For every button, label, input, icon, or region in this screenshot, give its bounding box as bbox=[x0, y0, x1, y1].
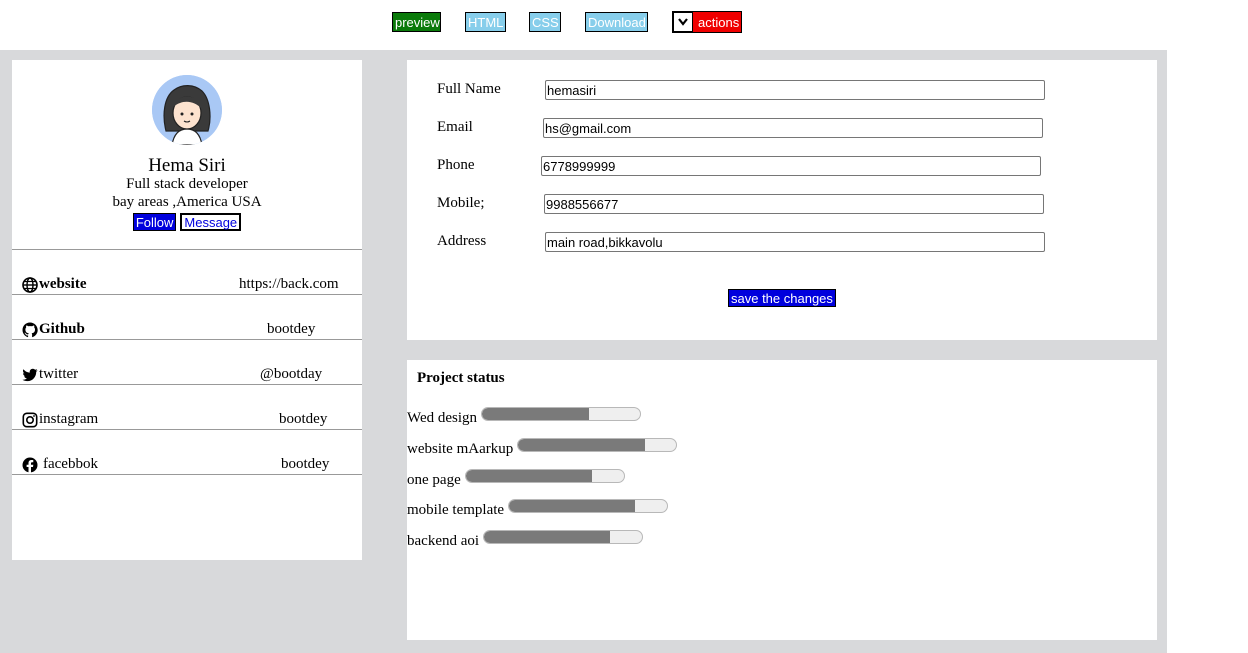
progress-fill bbox=[482, 408, 590, 420]
profile-name: Hema Siri bbox=[148, 155, 226, 176]
progress-row: backend aoi bbox=[407, 530, 644, 550]
preview-button[interactable]: preview bbox=[392, 12, 441, 32]
progress-label: backend aoi bbox=[407, 533, 480, 549]
progress-fill bbox=[484, 531, 611, 543]
progress-bar bbox=[481, 407, 642, 421]
progress-row: website mAarkup bbox=[407, 438, 678, 458]
profile-card: Hema Siri Full stack developer bay areas… bbox=[12, 60, 362, 560]
link-row-facebook: facebbok bootdey bbox=[12, 430, 362, 475]
link-label: twitter bbox=[39, 366, 79, 382]
chevron-down-icon[interactable] bbox=[673, 12, 693, 32]
progress-fill bbox=[518, 439, 645, 451]
progress-fill bbox=[465, 470, 593, 482]
css-button[interactable]: CSS bbox=[529, 12, 561, 32]
save-changes-button[interactable]: save the changes bbox=[728, 289, 836, 307]
phone-input[interactable] bbox=[541, 156, 1041, 176]
globe-icon bbox=[22, 276, 38, 293]
profile-form-card: Full Name Email Phone Mobile; Address sa… bbox=[407, 60, 1157, 340]
email-label: Email bbox=[437, 119, 473, 135]
project-status-title: Project status bbox=[417, 370, 505, 386]
twitter-icon bbox=[22, 368, 38, 381]
progress-label: website mAarkup bbox=[407, 441, 514, 457]
html-button[interactable]: HTML bbox=[465, 12, 506, 32]
actions-dropdown[interactable]: actions bbox=[672, 11, 742, 33]
project-status-card: Project status Wed design website mAarkup… bbox=[407, 360, 1157, 640]
progress-bar bbox=[464, 469, 625, 483]
link-value[interactable]: bootdey bbox=[267, 321, 315, 338]
profile-role: Full stack developer bbox=[126, 176, 248, 192]
follow-button[interactable]: Follow bbox=[132, 213, 177, 231]
avatar bbox=[152, 75, 222, 145]
github-icon bbox=[22, 322, 38, 337]
link-row-github: Github bootdey bbox=[12, 295, 362, 340]
progress-row: one page bbox=[407, 469, 625, 489]
actions-label: actions bbox=[698, 14, 740, 30]
facebook-icon bbox=[22, 457, 38, 473]
link-value[interactable]: bootdey bbox=[279, 411, 327, 428]
progress-bar bbox=[483, 530, 644, 544]
address-input[interactable] bbox=[545, 232, 1045, 252]
progress-row: mobile template bbox=[407, 499, 669, 519]
mobile-label: Mobile; bbox=[437, 195, 485, 211]
email-input[interactable] bbox=[543, 118, 1043, 138]
link-row-instagram: instagram bootdey bbox=[12, 385, 362, 430]
link-label: Github bbox=[39, 321, 85, 337]
link-row-website: website https://back.com bbox=[12, 250, 362, 295]
download-button[interactable]: Download bbox=[585, 12, 648, 32]
progress-bar bbox=[508, 499, 669, 513]
progress-label: one page bbox=[407, 472, 461, 488]
link-label: instagram bbox=[39, 411, 99, 427]
progress-label: mobile template bbox=[407, 502, 505, 518]
link-value[interactable]: bootdey bbox=[281, 456, 329, 473]
link-label: website bbox=[39, 276, 87, 292]
link-label: facebbok bbox=[43, 456, 98, 472]
address-label: Address bbox=[437, 233, 487, 249]
progress-bar bbox=[517, 438, 678, 452]
message-button[interactable]: Message bbox=[180, 213, 242, 231]
profile-actions: Follow Message bbox=[12, 213, 362, 231]
progress-label: Wed design bbox=[407, 410, 478, 426]
phone-label: Phone bbox=[437, 157, 475, 173]
instagram-icon bbox=[22, 411, 38, 427]
progress-fill bbox=[509, 500, 636, 512]
progress-row: Wed design bbox=[407, 407, 642, 427]
link-value[interactable]: https://back.com bbox=[239, 276, 339, 293]
link-row-twitter: twitter @bootday bbox=[12, 340, 362, 385]
mobile-input[interactable] bbox=[544, 194, 1044, 214]
link-value[interactable]: @bootday bbox=[260, 366, 322, 383]
fullname-label: Full Name bbox=[437, 81, 501, 97]
profile-location: bay areas ,America USA bbox=[112, 194, 262, 210]
fullname-input[interactable] bbox=[545, 80, 1045, 100]
top-toolbar: preview HTML CSS Download actions bbox=[0, 0, 1248, 50]
